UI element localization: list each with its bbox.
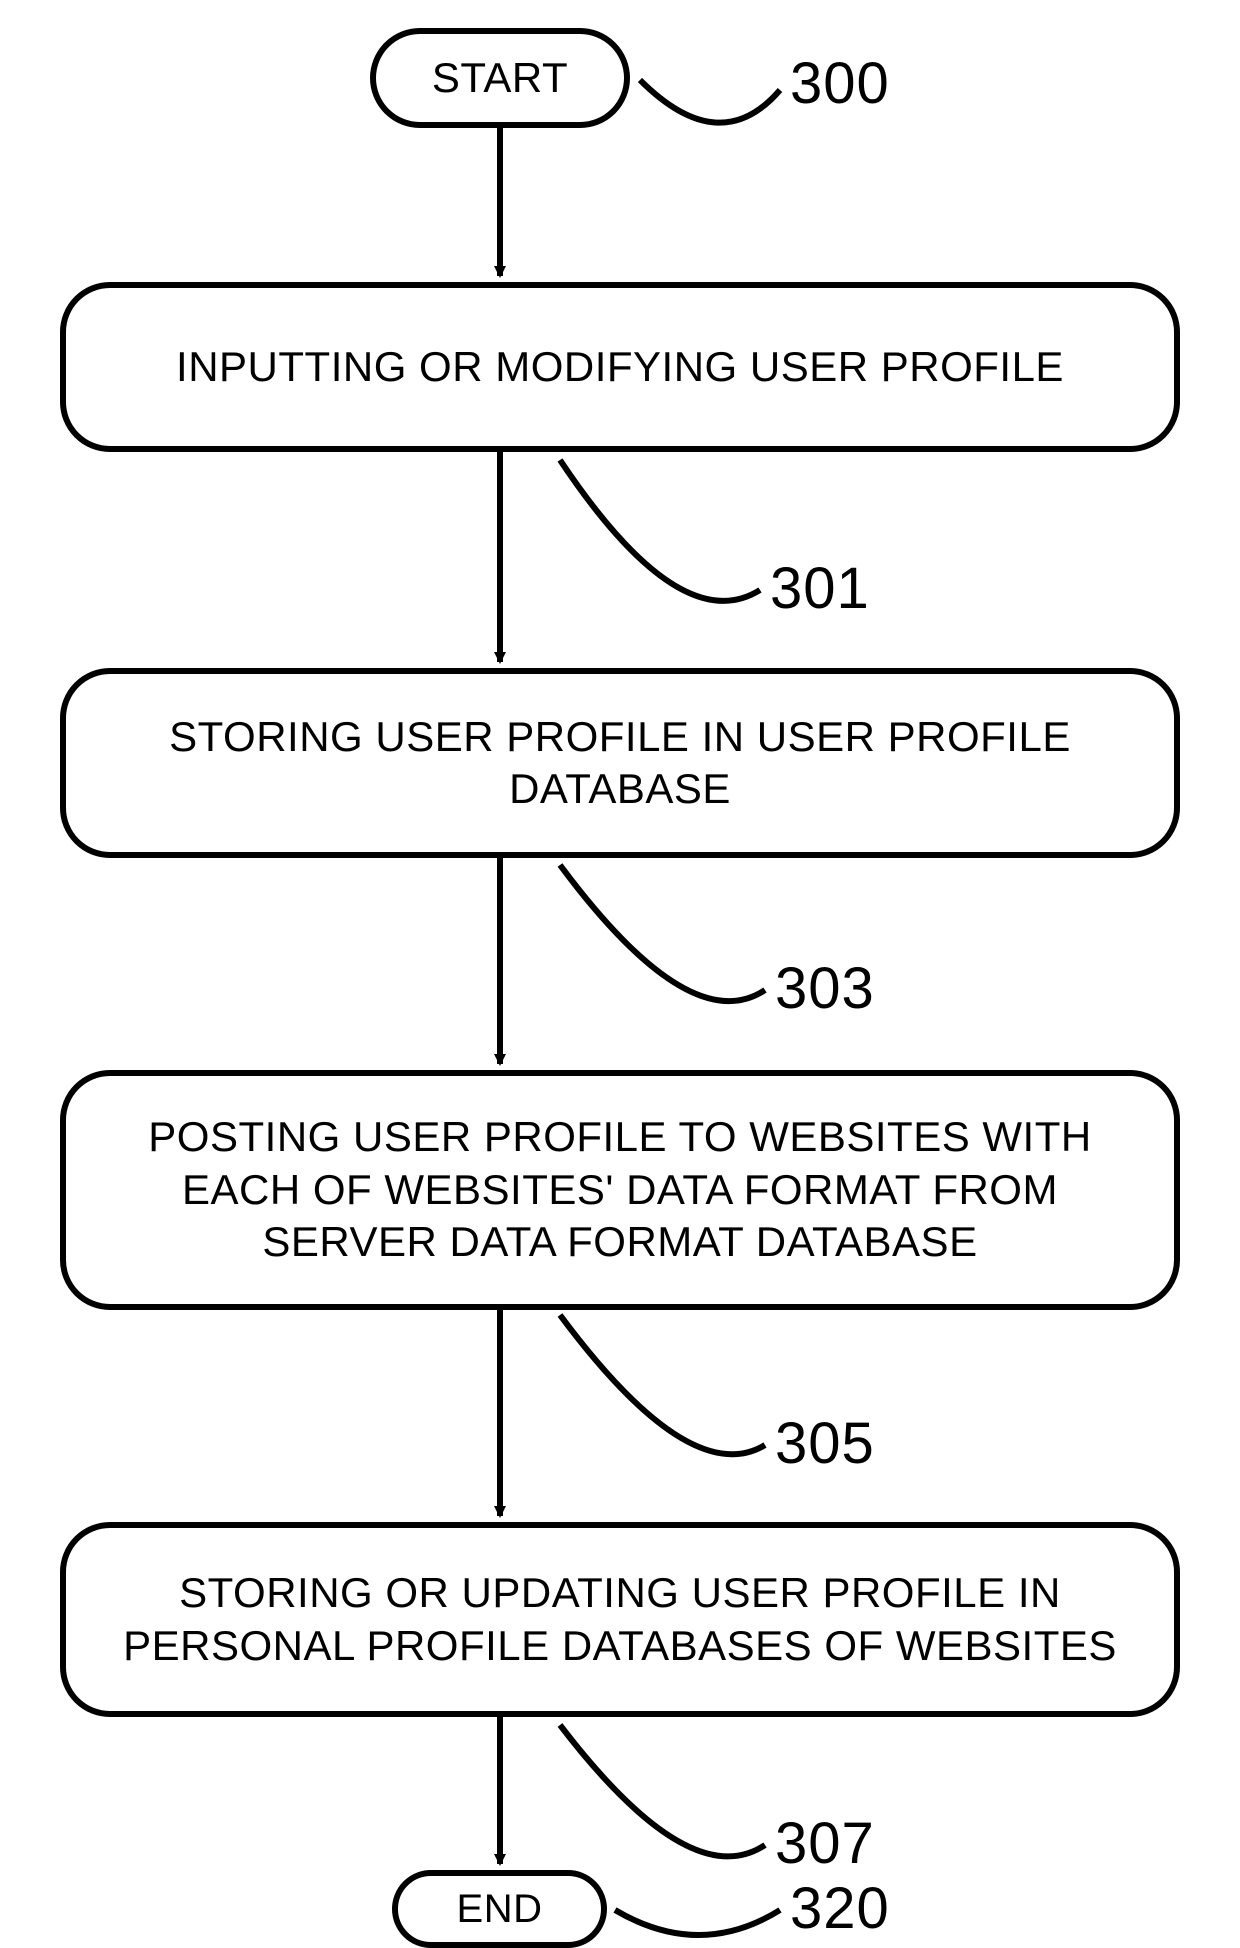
step-1-text: INPUTTING OR MODIFYING USER PROFILE — [176, 341, 1064, 394]
step-4-text: STORING OR UPDATING USER PROFILE IN PERS… — [106, 1567, 1134, 1672]
step-2-node: STORING USER PROFILE IN USER PROFILE DAT… — [60, 668, 1180, 858]
start-node: START — [370, 28, 630, 128]
step-1-node: INPUTTING OR MODIFYING USER PROFILE — [60, 282, 1180, 452]
ref-320: 320 — [790, 1875, 890, 1942]
ref-305: 305 — [775, 1410, 875, 1477]
ref-307: 307 — [775, 1810, 875, 1877]
ref-303: 303 — [775, 955, 875, 1022]
flowchart-canvas: START 300 INPUTTING OR MODIFYING USER PR… — [0, 0, 1240, 1948]
ref-301: 301 — [770, 555, 870, 622]
end-node: END — [392, 1870, 607, 1948]
end-label: END — [457, 1884, 543, 1934]
step-4-node: STORING OR UPDATING USER PROFILE IN PERS… — [60, 1522, 1180, 1717]
ref-300: 300 — [790, 50, 890, 117]
step-3-text: POSTING USER PROFILE TO WEBSITES WITH EA… — [106, 1111, 1134, 1269]
step-2-text: STORING USER PROFILE IN USER PROFILE DAT… — [106, 711, 1134, 816]
start-label: START — [432, 52, 568, 105]
step-3-node: POSTING USER PROFILE TO WEBSITES WITH EA… — [60, 1070, 1180, 1310]
